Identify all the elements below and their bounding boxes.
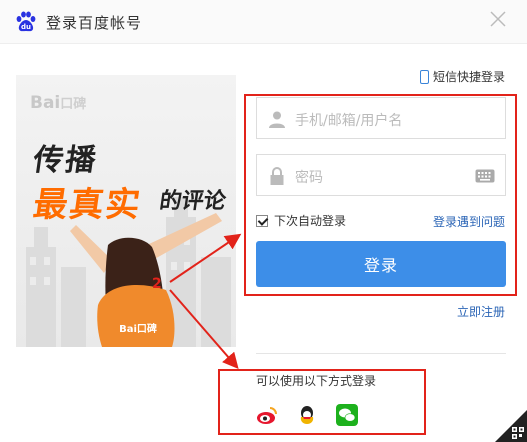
sms-login-label: 短信快捷登录	[432, 70, 505, 84]
username-placeholder: 手机/邮箱/用户名	[295, 113, 403, 129]
remember-me[interactable]: 下次自动登录	[256, 212, 346, 229]
annotation-marker: 2	[152, 276, 162, 292]
title-bar: du 登录百度帐号	[0, 0, 527, 44]
remember-label: 下次自动登录	[274, 214, 347, 228]
window-title: 登录百度帐号	[46, 14, 143, 32]
phone-icon	[419, 69, 429, 84]
other-login-label: 可以使用以下方式登录	[256, 374, 377, 388]
svg-text:Bai口碑: Bai口碑	[119, 322, 157, 335]
login-problem-link[interactable]: 登录遇到问题	[433, 213, 505, 230]
promo-banner: Bai口碑 传播 最真实 的评论 Bai口碑	[16, 75, 236, 347]
qq-icon[interactable]	[296, 404, 318, 426]
divider	[256, 353, 506, 354]
close-icon[interactable]	[489, 10, 507, 28]
login-button[interactable]: 登录	[256, 241, 506, 287]
lock-icon	[270, 167, 284, 185]
qr-code-login-icon[interactable]	[495, 410, 527, 442]
remember-checkbox[interactable]	[256, 214, 268, 227]
password-field[interactable]: 密码	[256, 154, 506, 196]
sms-login-link[interactable]: 短信快捷登录	[419, 68, 505, 85]
password-placeholder: 密码	[295, 170, 323, 186]
girl-cheering-illustration: Bai口碑	[70, 213, 222, 347]
weibo-icon[interactable]	[256, 404, 278, 426]
keyboard-icon[interactable]	[475, 169, 495, 183]
wechat-icon[interactable]	[336, 404, 358, 426]
username-field[interactable]: 手机/邮箱/用户名	[256, 97, 506, 139]
svg-text:du: du	[21, 23, 31, 31]
register-link[interactable]: 立即注册	[457, 303, 505, 320]
baidu-paw-icon: du	[16, 11, 36, 32]
user-icon	[269, 111, 285, 128]
